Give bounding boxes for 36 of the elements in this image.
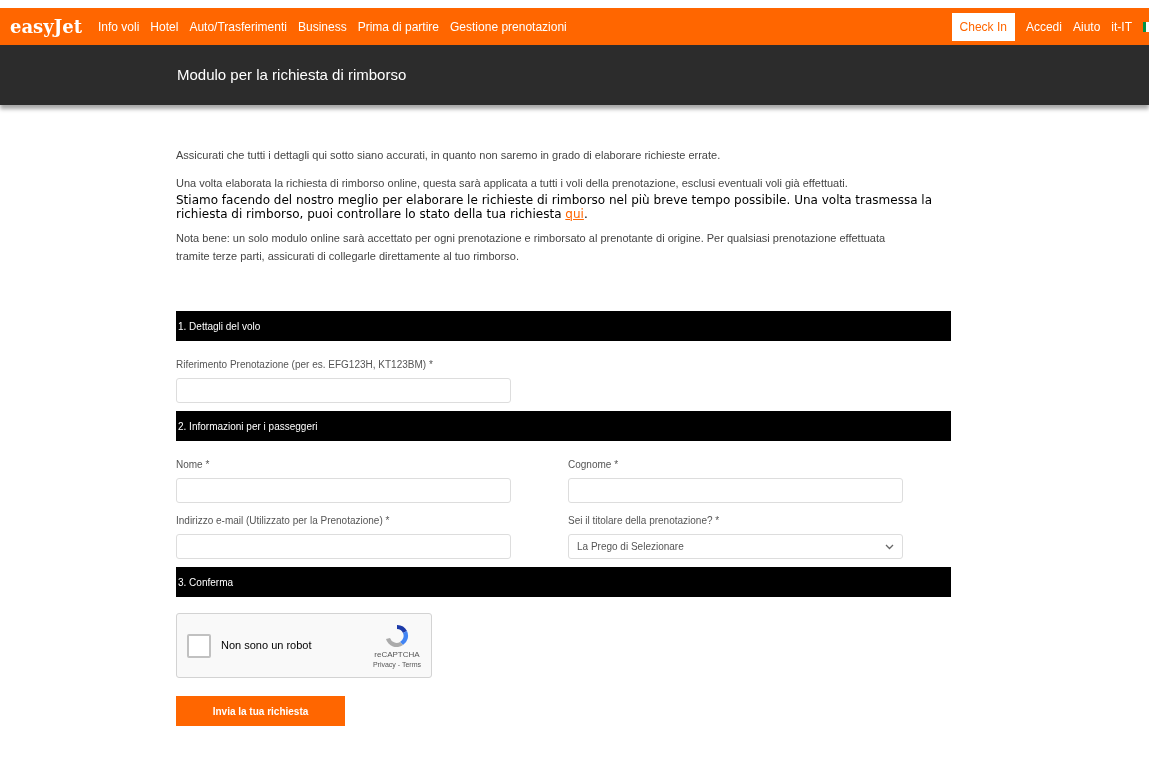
- flag-icon: [1143, 21, 1149, 32]
- logo[interactable]: easyJet: [10, 13, 82, 40]
- nav-link[interactable]: Accedi: [1025, 17, 1062, 36]
- select-field[interactable]: La Prego di Selezionare: [568, 534, 903, 559]
- section-header: 1. Dettagli del volo: [176, 311, 951, 341]
- nav-link[interactable]: Gestione prenotazioni: [450, 17, 567, 36]
- input-field[interactable]: [176, 378, 511, 403]
- page-title: Modulo per la richiesta di rimborso: [177, 64, 407, 85]
- captcha-brand: reCAPTCHA: [374, 650, 420, 660]
- nav-link[interactable]: Business: [297, 17, 347, 36]
- submit-button[interactable]: Invia la tua richiesta: [176, 696, 345, 726]
- input-field[interactable]: [568, 478, 903, 503]
- status-link[interactable]: qui: [565, 207, 584, 221]
- intro-paragraph: Assicurati che tutti i dettagli qui sotto siano accurati, in quanto non saremo in grado di elaborare richieste errate.: [176, 148, 722, 163]
- field-label: Indirizzo e-mail (Utilizzato per la Prenotazione) *: [176, 514, 391, 528]
- field-label: Nome *: [176, 458, 211, 472]
- section-header: 2. Informazioni per i passeggeri: [176, 411, 951, 441]
- field-label: Cognome *: [568, 458, 620, 472]
- intro-paragraph: Una volta elaborata la richiesta di rimborso online, questa sarà applicata a tutti i voli della prenotazione, esclusi eventuali voli già effettuati.: [176, 176, 849, 191]
- chevron-down-icon: [885, 543, 894, 550]
- captcha-label: Non sono un robot: [221, 638, 312, 654]
- check-in-button[interactable]: Check In: [951, 12, 1015, 41]
- nav-link[interactable]: Hotel: [150, 17, 179, 36]
- input-field[interactable]: [176, 478, 511, 503]
- nav-link[interactable]: Auto/Trasferimenti: [189, 17, 287, 36]
- field-label: Riferimento Prenotazione (per es. EFG123H, KT123BM) *: [176, 358, 434, 372]
- nav-link[interactable]: Info voli: [98, 17, 140, 36]
- note-paragraph: Nota bene: un solo modulo online sarà accettato per ogni prenotazione e rimborsato al prenotante di origine. Per qualsiasi prenotazione effettuata tramite terze parti, assicurati di collegarle direttamente al tuo rimborso.: [176, 231, 887, 264]
- notice-paragraph: Stiamo facendo del nostro meglio per elaborare le richieste di rimborso nel più breve tempo possibile. Una volta trasmessa la richiesta di rimborso, puoi controllare lo stato della tua richiesta qui.: [176, 193, 934, 221]
- section-header: 3. Conferma: [176, 567, 951, 597]
- field-label: Sei il titolare della prenotazione? *: [568, 514, 721, 528]
- nav-link[interactable]: Prima di partire: [357, 17, 440, 36]
- captcha-checkbox[interactable]: [187, 633, 211, 658]
- input-field[interactable]: [176, 534, 511, 559]
- locale-selector[interactable]: it-IT: [1111, 17, 1132, 36]
- nav-link[interactable]: Aiuto: [1072, 17, 1101, 36]
